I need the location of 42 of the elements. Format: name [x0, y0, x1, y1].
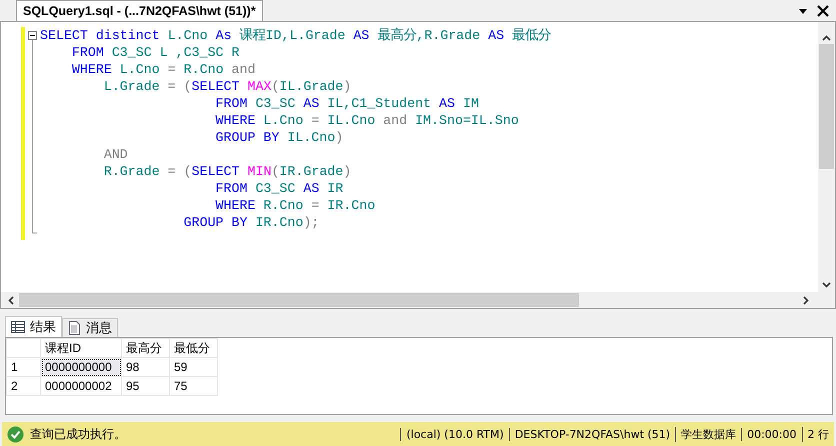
code-line: FROM C3_SC AS IR	[214, 180, 344, 197]
status-field: 00:00:00	[741, 428, 802, 440]
code-line: GROUP BY IL.Cno)	[214, 129, 344, 146]
close-icon[interactable]	[816, 4, 830, 18]
table-cell: 75	[170, 376, 218, 396]
table-cell: 59	[170, 358, 218, 376]
scroll-right-icon[interactable]	[802, 294, 810, 306]
status-field: DESKTOP-7N2QFAS\hwt (51)	[508, 428, 676, 440]
code-line: WHERE L.Cno = R.Cno and	[70, 61, 256, 78]
scroll-left-icon[interactable]	[7, 294, 15, 306]
scroll-up-icon[interactable]	[821, 34, 832, 42]
scrollbar-thumb[interactable]	[819, 44, 834, 169]
code-line: GROUP BY IR.Cno);	[182, 214, 320, 231]
scrollbar-thumb[interactable]	[19, 293, 579, 307]
table-cell: 98	[122, 358, 170, 376]
column-header: 课程ID	[40, 338, 122, 358]
code-line: R.Grade = (SELECT MIN(IR.Grade)	[102, 163, 352, 180]
code-line: SELECT distinct L.Cno As 课程ID,L.Grade AS 最高分,R.Grade AS 最低分	[40, 27, 552, 44]
column-header: 最高分	[122, 338, 170, 358]
code-line: WHERE R.Cno = IR.Cno	[214, 197, 376, 214]
status-field: (local) (10.0 RTM)	[400, 428, 509, 440]
code-line: AND	[102, 146, 129, 163]
table-cell: 0000000002	[40, 376, 122, 396]
document-tab[interactable]: SQLQuery1.sql - (...7N2QFAS\hwt (51))*	[16, 0, 263, 21]
row-number: 2	[6, 376, 40, 396]
collapse-icon[interactable]	[28, 31, 37, 40]
grid-icon	[11, 321, 25, 333]
status-message: 查询已成功执行。	[30, 426, 127, 442]
result-tab[interactable]: 消息	[62, 318, 118, 337]
code-line: L.Grade = (SELECT MAX(IL.Grade)	[102, 78, 352, 95]
result-tab[interactable]: 结果	[5, 316, 62, 337]
scroll-down-icon[interactable]	[821, 281, 832, 289]
table-cell: 0000000000	[40, 358, 122, 376]
table-cell: 95	[122, 376, 170, 396]
code-line: FROM C3_SC AS IL,C1_Student AS IM	[214, 95, 480, 112]
document-icon	[68, 321, 81, 335]
status-field: 2 行	[802, 426, 834, 442]
column-header: 最低分	[170, 338, 218, 358]
status-field: 学生数据库	[675, 426, 742, 442]
code-line: WHERE L.Cno = IL.Cno and IM.Sno=IL.Sno	[214, 112, 520, 129]
success-check-icon	[7, 426, 24, 442]
code-line: FROM C3_SC L ,C3_SC R	[70, 44, 240, 61]
